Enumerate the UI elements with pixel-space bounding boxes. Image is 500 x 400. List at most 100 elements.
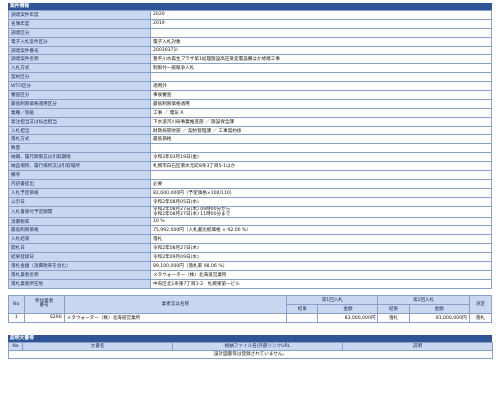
info-row: 最低制限価格 75,992,000円（入札書比較価格 × 92.00 %） [8, 225, 492, 236]
info-value [150, 27, 492, 38]
info-row: 落札金額（消費税率を含む） 89,100,000円（落札率 98.06 %） [8, 261, 492, 271]
bid-no: 1 [8, 312, 25, 323]
info-label: 入札方式 [8, 63, 151, 74]
bid-r1-result [286, 312, 319, 323]
info-value: 工事 ／ 電気 A [150, 107, 492, 118]
info-row: 契約区分 [8, 72, 492, 83]
info-label: 納期、履行期限又は引取期限 [8, 152, 151, 163]
info-value: 下水道河川局事業推進部 ／ 施設保全課 [150, 116, 492, 127]
info-value: 電子入札対象 [150, 36, 492, 47]
table-row: 設計図書等は登録されていません。 [8, 349, 493, 359]
bids-header-r1-amount: 金額 [317, 303, 379, 314]
info-label: 業種／等級 [8, 107, 151, 118]
bid-r2-result: 落札 [377, 312, 410, 323]
info-label: 電子入札案件区分 [8, 36, 151, 47]
info-label: 公示日 [8, 196, 151, 207]
info-value [150, 143, 492, 154]
info-value: 財政局管財部 ／ 契約管理課 ／ 工事契約係 [150, 125, 492, 136]
info-value [150, 72, 492, 83]
info-row: 消費税率 10 % [8, 216, 492, 227]
info-value: 豊平川水再生プラザ第1処理施設高圧受変電設備ほか修繕工事 [150, 54, 492, 65]
info-label: 発注担当又は払出担当 [8, 116, 151, 127]
info-row: 落札業者所在地 中央区北1条東7丁目1-2 札幌東第一ビル [8, 278, 492, 289]
table-row: 1 6290 メタウォーター（株）北海道営業所 83,000,000円 落札 8… [8, 312, 493, 323]
info-value: 札幌市白石区菊水元町8条3丁目5-1ほか [150, 161, 492, 172]
info-label: 審査区分 [8, 90, 151, 100]
info-value: 落札 [150, 234, 492, 245]
info-row: 入札方式 制限付一般競争入札 [8, 63, 492, 74]
info-label: 入札結果 [8, 234, 151, 245]
info-label: 最低制限価格適用区分 [8, 98, 151, 109]
bids-table: No 参加業者 番号 業者又は名称 第1回入札 第2回入札 決定 結果 金額 結… [8, 294, 493, 323]
info-value: 最低価格 [150, 134, 492, 145]
info-row: 入札予定価格 82,600,000円（予定価格×100/110） [8, 187, 492, 198]
bid-vendor-no: 6290 [23, 312, 65, 323]
info-section-title: 案件情報 [8, 3, 492, 10]
info-row: WTO区分 適用外 [8, 81, 492, 92]
info-row: 調達案件名称 豊平川水再生プラザ第1処理施設高圧受変電設備ほか修繕工事 [8, 54, 492, 65]
info-value: 2019 [150, 18, 492, 29]
info-label: 名簿年度 [8, 18, 151, 29]
info-row: 公示日 令和2年08月05日(水) [8, 196, 492, 207]
info-value: 令和2年08月05日(水) [150, 196, 492, 207]
info-value: メタウォーター（株）北海道営業所 [150, 269, 492, 280]
bids-header-r1-result: 結果 [286, 303, 319, 314]
docs-empty-message: 設計図書等は登録されていません。 [8, 349, 493, 359]
info-row: 入札担当 財政局管財部 ／ 契約管理課 ／ 工事契約係 [8, 125, 492, 136]
info-row: 調達案件番号 20030371l [8, 45, 492, 56]
info-value: 最低制限価格適用 [150, 98, 492, 109]
bid-vendor-name: メタウォーター（株）北海道営業所 [63, 312, 288, 323]
info-label: 入札書受付予定期間 [8, 205, 151, 218]
bids-header-decision: 決定 [468, 294, 493, 314]
info-value: 89,100,000円（落札率 98.06 %） [150, 261, 492, 271]
info-row: 業種／等級 工事 ／ 電気 A [8, 107, 492, 118]
info-row: 内訳書提出 必要 [8, 178, 492, 189]
info-value: 令和2年08月27日(木) [150, 243, 492, 254]
info-label: 入札予定価格 [8, 187, 151, 198]
info-row: 最低制限価格適用区分 最低制限価格適用 [8, 98, 492, 109]
info-label: 数量 [8, 143, 151, 154]
info-label: 調達区分 [8, 27, 151, 38]
info-value [150, 170, 492, 180]
info-value: 制限付一般競争入札 [150, 63, 492, 74]
info-label: 納品場所、履行場所又は引取場所 [8, 161, 151, 172]
info-value: 20030371l [150, 45, 492, 56]
info-label: 調達案件番号 [8, 45, 151, 56]
info-label: 開札日 [8, 243, 151, 254]
info-label: 結果登録日 [8, 252, 151, 263]
info-row: 結果登録日 令和2年09月09日(水) [8, 252, 492, 263]
info-label: WTO区分 [8, 81, 151, 92]
info-row: 入札結果 落札 [8, 234, 492, 245]
info-value: 令和2年08月27日(木) 09時00分から 令和2年08月27日(木) 11時… [150, 205, 492, 218]
docs-header-no: No [8, 341, 23, 351]
bid-r2-amount: 81,000,000円 [408, 312, 470, 323]
docs-table: No 文書名 格納ファイル名/外部リンクURL 説明 設計図書等は登録されていま… [8, 341, 493, 359]
info-value: 適用外 [150, 81, 492, 92]
bids-header-r2-amount: 金額 [408, 303, 470, 314]
bid-decision: 落札 [468, 312, 493, 323]
info-row: 調達案件年度 2020 [8, 10, 492, 20]
info-label: 落札業者名称 [8, 269, 151, 280]
info-label: 落札金額（消費税率を含む） [8, 261, 151, 271]
bid-r1-amount: 83,000,000円 [317, 312, 379, 323]
info-label: 最低制限価格 [8, 225, 151, 236]
info-row: 落札方式 最低価格 [8, 134, 492, 145]
info-row: 開札日 令和2年08月27日(木) [8, 243, 492, 254]
info-value: 令和3年03月19日(金) [150, 152, 492, 163]
info-label: 落札方式 [8, 134, 151, 145]
info-row: 入札書受付予定期間 令和2年08月27日(木) 09時00分から 令和2年08月2… [8, 205, 492, 218]
bids-header-vendor-name: 業者又は名称 [63, 294, 288, 314]
info-table: 調達案件年度 2020 名簿年度 2019 調達区分 電子入札案件区分 電子入札対象 調達案件… [8, 10, 492, 289]
info-label: 備考 [8, 170, 151, 180]
info-value: 75,992,000円（入札書比較価格 × 92.00 %） [150, 225, 492, 236]
info-value: 中央区北1条東7丁目1-2 札幌東第一ビル [150, 278, 492, 289]
info-row: 落札業者名称 メタウォーター（株）北海道営業所 [8, 269, 492, 280]
docs-header-link: 格納ファイル名/外部リンクURL [172, 341, 343, 351]
info-row: 数量 [8, 143, 492, 154]
info-label: 消費税率 [8, 216, 151, 227]
info-row: 発注担当又は払出担当 下水道河川局事業推進部 ／ 施設保全課 [8, 116, 492, 127]
info-row: 納品場所、履行場所又は引取場所 札幌市白石区菊水元町8条3丁目5-1ほか [8, 161, 492, 172]
info-row: 審査区分 事後審査 [8, 90, 492, 100]
page: 案件情報 調達案件年度 2020 名簿年度 2019 調達区分 電子入札案件区分 電子入札対… [8, 3, 493, 359]
info-value: 2020 [150, 10, 492, 20]
